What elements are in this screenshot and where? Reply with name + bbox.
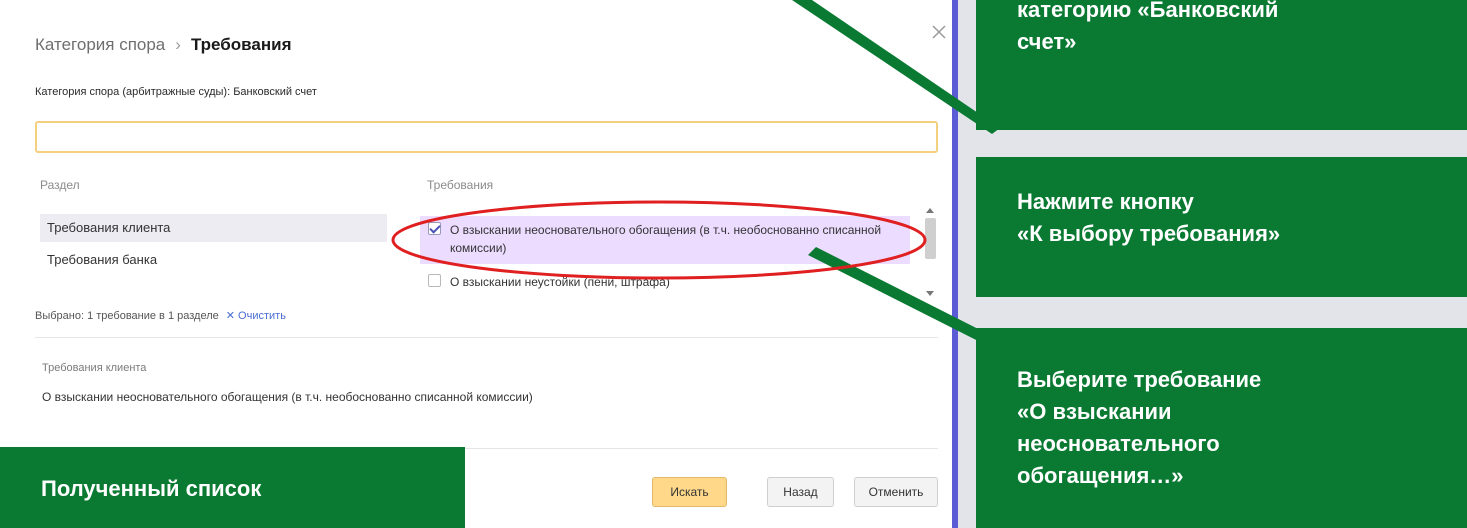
requirements-scrollbar[interactable] bbox=[922, 207, 938, 297]
requirement-label: О взыскании неосновательного обогащения … bbox=[450, 223, 882, 255]
search-button[interactable]: Искать bbox=[652, 477, 727, 507]
requirement-item-penalty[interactable]: О взыскании неустойки (пени, штрафа) bbox=[420, 268, 910, 296]
scroll-up-icon[interactable] bbox=[926, 208, 934, 213]
chosen-section-title: Требования клиента bbox=[42, 362, 147, 374]
annotation-text: Полученный список bbox=[41, 476, 262, 501]
annotation-callout-category: категорию «Банковский счет» bbox=[976, 0, 1467, 130]
column-header-requirements: Требования bbox=[427, 178, 494, 192]
selected-count-text: Выбрано: 1 требование в 1 разделе bbox=[35, 310, 219, 322]
breadcrumb-parent[interactable]: Категория спора bbox=[35, 35, 165, 54]
breadcrumb: Категория спора › Требования bbox=[35, 35, 292, 55]
category-line: Категория спора (арбитражные суды): Банк… bbox=[35, 86, 317, 98]
search-input[interactable] bbox=[35, 121, 938, 153]
clear-link[interactable]: ✕ Очистить bbox=[226, 310, 286, 322]
requirement-checkbox-checked[interactable] bbox=[428, 222, 441, 235]
back-button[interactable]: Назад bbox=[767, 477, 834, 507]
chevron-right-icon: › bbox=[175, 35, 181, 54]
scroll-down-icon[interactable] bbox=[926, 291, 934, 296]
selected-summary: Выбрано: 1 требование в 1 разделе ✕ Очист… bbox=[35, 309, 286, 322]
section-item-bank[interactable]: Требования банка bbox=[40, 246, 387, 274]
annotation-text: Выберите требование «О взыскании неоснов… bbox=[1017, 367, 1262, 488]
section-item-client[interactable]: Требования клиента bbox=[40, 214, 387, 242]
annotation-callout-result: Полученный список bbox=[0, 447, 465, 528]
cancel-button[interactable]: Отменить bbox=[854, 477, 938, 507]
column-header-section: Раздел bbox=[40, 178, 80, 192]
screenshot-stage: Категория спора › Требования Категория спо… bbox=[0, 0, 1467, 528]
chosen-requirement-text: О взыскании неосновательного обогащения … bbox=[42, 390, 533, 404]
close-icon[interactable] bbox=[929, 22, 949, 42]
scroll-thumb[interactable] bbox=[925, 218, 936, 259]
annotation-text: категорию «Банковский счет» bbox=[1017, 0, 1279, 54]
breadcrumb-current: Требования bbox=[190, 35, 292, 54]
requirement-label: О взыскании неустойки (пени, штрафа) bbox=[450, 275, 670, 289]
annotation-callout-requirement: Выберите требование «О взыскании неоснов… bbox=[976, 328, 1467, 528]
divider bbox=[35, 337, 938, 338]
requirement-checkbox[interactable] bbox=[428, 274, 441, 287]
annotation-text: Нажмите кнопку «К выбору требования» bbox=[1017, 189, 1281, 246]
annotation-callout-button: Нажмите кнопку «К выбору требования» bbox=[976, 157, 1467, 297]
requirement-item-unjust-enrichment[interactable]: О взыскании неосновательного обогащения … bbox=[420, 216, 910, 264]
